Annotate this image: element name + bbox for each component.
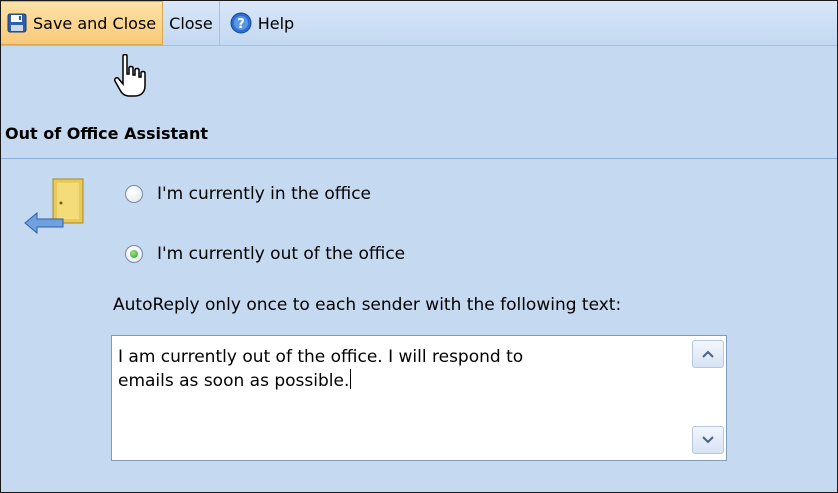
message-line: I am currently out of the office. I will…	[118, 347, 524, 367]
close-label: Close	[169, 13, 213, 33]
option-out-of-office-label: I'm currently out of the office	[157, 244, 406, 264]
text-caret	[350, 369, 352, 389]
message-line: emails as soon as possible.	[118, 371, 350, 391]
autoreply-message-text: I am currently out of the office. I will…	[118, 346, 678, 393]
help-icon: ?	[230, 12, 252, 34]
autoreply-label: AutoReply only once to each sender with …	[113, 295, 622, 315]
door-arrow-icon	[24, 178, 84, 235]
floppy-disk-icon	[7, 13, 27, 33]
message-line-with-caret: emails as soon as possible.	[118, 369, 678, 393]
hand-pointer-icon	[114, 54, 146, 97]
option-out-of-office[interactable]: I'm currently out of the office	[125, 244, 405, 264]
help-label: Help	[257, 13, 295, 33]
option-in-office[interactable]: I'm currently in the office	[125, 184, 371, 204]
scroll-down-button[interactable]	[692, 426, 724, 454]
page-title: Out of Office Assistant	[5, 124, 209, 143]
section-divider	[1, 158, 837, 159]
radio-in-office[interactable]	[125, 185, 143, 203]
help-button[interactable]: ? Help	[220, 1, 300, 45]
chevron-up-icon	[702, 350, 714, 358]
chevron-down-icon	[702, 436, 714, 444]
svg-text:?: ?	[237, 17, 245, 32]
owa-options-window: Save and Close Close ? Help Out of Offic…	[0, 0, 838, 493]
scroll-up-button[interactable]	[692, 340, 724, 368]
close-button[interactable]: Close	[163, 1, 220, 45]
radio-out-of-office[interactable]	[125, 245, 143, 263]
save-and-close-label: Save and Close	[33, 13, 157, 33]
save-and-close-button[interactable]: Save and Close	[1, 1, 164, 45]
vertical-scrollbar[interactable]	[692, 338, 724, 456]
option-in-office-label: I'm currently in the office	[157, 184, 372, 204]
autoreply-message-field[interactable]: I am currently out of the office. I will…	[111, 335, 727, 461]
toolbar: Save and Close Close ? Help	[1, 1, 837, 46]
